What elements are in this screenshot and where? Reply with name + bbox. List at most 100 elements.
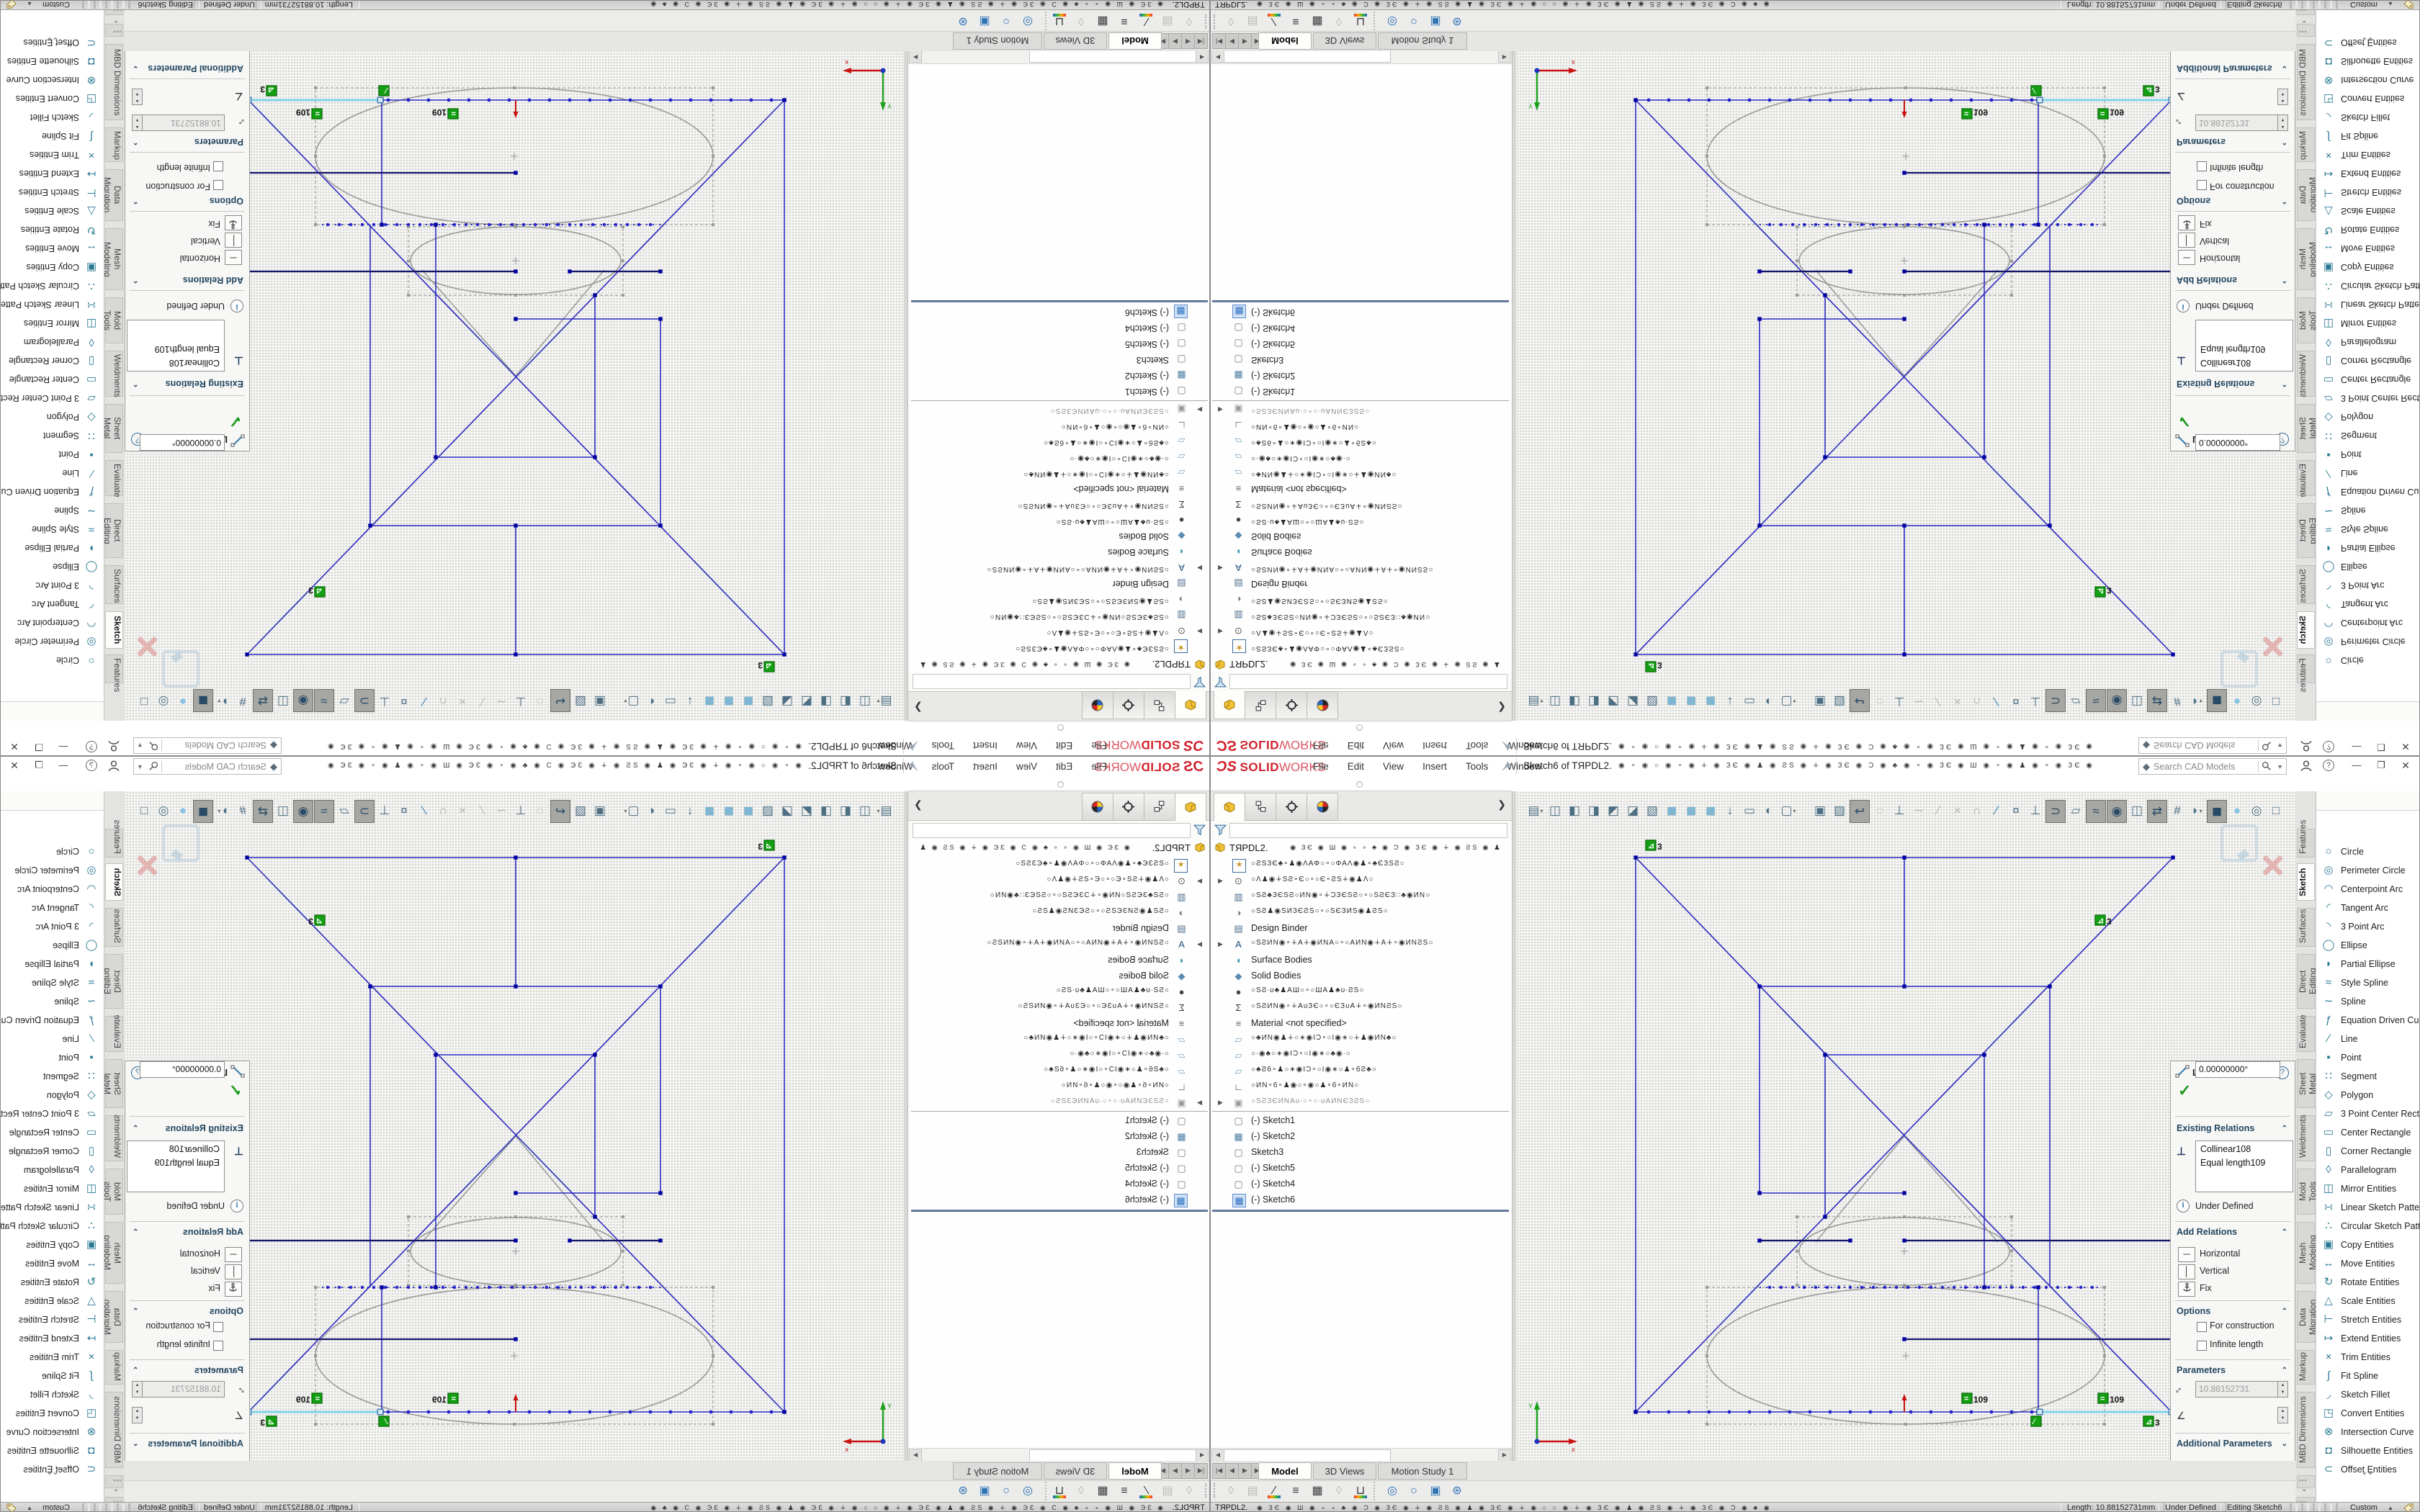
tool-rotate-entities[interactable]: ↻Rotate Entities bbox=[2316, 220, 2420, 238]
display-toolbar-icon[interactable]: ∕ bbox=[1265, 1482, 1283, 1500]
tool-centerpoint-arc[interactable]: ◠Centerpoint Arc bbox=[0, 613, 104, 631]
angle-parameter-field[interactable]: 0.00000000° bbox=[2195, 1061, 2280, 1078]
expand-arrow[interactable]: ⌄ bbox=[133, 64, 138, 72]
commandmanager-tab-mbd-dimensions[interactable]: MBD Dimensions bbox=[2297, 1392, 2315, 1468]
search-box[interactable]: ◆ Search CAD Models ▼ bbox=[2138, 758, 2287, 775]
search-dropdown-icon[interactable]: ▼ bbox=[2274, 742, 2286, 750]
tabs-expand-chevron[interactable]: ❯ bbox=[914, 798, 923, 811]
tool-circle[interactable]: ○Circle bbox=[2316, 650, 2420, 669]
tool-equation-driven-curve[interactable]: ƒEquation Driven Curve bbox=[2316, 482, 2420, 500]
close-button[interactable]: ✕ bbox=[2393, 757, 2418, 775]
minimize-button[interactable]: — bbox=[2344, 757, 2369, 775]
tab-propertymanager[interactable] bbox=[1245, 793, 1276, 821]
tree-item-obfuscated[interactable]: ▱○♣ИΝ◉♟∔○∗◉ΙϽ∘○Ι◉∗○∔♟◉ИΝ♣○ bbox=[908, 1032, 1209, 1048]
tab-scroll-next[interactable]: ▶ bbox=[1168, 33, 1182, 49]
scroll-left-arrow[interactable]: ◀ bbox=[1196, 50, 1209, 63]
add-relation-vertical-icon[interactable]: │ bbox=[225, 1264, 242, 1279]
display-toolbar-icon[interactable]: ◊ bbox=[1330, 12, 1348, 30]
collapse-arrow[interactable]: ⌃ bbox=[2282, 276, 2287, 284]
display-toolbar-icon[interactable]: ∕ bbox=[1137, 12, 1155, 30]
tree-filter-input[interactable] bbox=[913, 674, 1191, 689]
tool-intersection-curve[interactable]: ⊗Intersection Curve bbox=[0, 70, 104, 89]
tree-item--sketch4[interactable]: ▢(-) Sketch4 bbox=[908, 320, 1209, 336]
tool-offset-entities[interactable]: ⊂Offset Entities bbox=[2316, 1461, 2420, 1480]
doc-tab-model[interactable]: Model bbox=[1258, 1462, 1312, 1480]
tool-linear-sketch-pattern[interactable]: ∺Linear Sketch Pattern bbox=[2316, 1199, 2420, 1218]
tab-propertymanager[interactable] bbox=[1144, 793, 1175, 821]
search-icon[interactable] bbox=[146, 761, 162, 773]
length-parameter-field[interactable]: 10.88152731 bbox=[2195, 114, 2280, 131]
scroll-right-arrow[interactable]: ▶ bbox=[1498, 1449, 1511, 1462]
display-toolbar-icon[interactable]: ⊛ bbox=[1448, 1482, 1466, 1500]
tree-item-solid-bodies[interactable]: ◆Solid Bodies bbox=[908, 968, 1209, 984]
tree-item-material-not-specified-[interactable]: ≡Material <not specified> bbox=[1211, 480, 1512, 496]
tree-item--sketch2[interactable]: ▦(-) Sketch2 bbox=[1211, 1129, 1512, 1145]
ok-check-button[interactable]: ✓ bbox=[229, 1081, 242, 1100]
zoom-preset[interactable]: Custom bbox=[42, 1503, 70, 1512]
relation-item[interactable]: Collinear108 bbox=[127, 356, 220, 369]
rollback-bar[interactable] bbox=[911, 1210, 1208, 1212]
angle-parameter-field[interactable]: 0.00000000° bbox=[2195, 434, 2280, 451]
display-toolbar-icon[interactable]: ◎ bbox=[1384, 1482, 1401, 1500]
tree-item-solid-bodies[interactable]: ◆Solid Bodies bbox=[908, 528, 1209, 544]
zoom-preset-caret[interactable]: ▲ bbox=[27, 1503, 32, 1512]
display-toolbar-icon[interactable]: ▦ bbox=[1309, 12, 1326, 30]
add-relation-fix-icon[interactable] bbox=[2178, 1282, 2195, 1297]
tool-fit-spline[interactable]: ∫Fit Spline bbox=[2316, 1367, 2420, 1386]
tab-scroll-prev[interactable]: ◀ bbox=[1181, 1463, 1195, 1479]
expand-arrow[interactable]: ⌄ bbox=[2282, 64, 2287, 72]
commandmanager-tab-mbd-dimensions[interactable]: MBD Dimensions bbox=[105, 44, 123, 120]
tab-featuremanager[interactable] bbox=[1175, 793, 1206, 821]
tool-silhouette-entities[interactable]: ◘Silhouette Entities bbox=[2316, 1442, 2420, 1461]
tree-item-obfuscated[interactable]: ▱○♣ИΝ◉♟∔○∗◉ΙϽ∘○Ι◉∗○∔♟◉ИΝ♣○ bbox=[1211, 464, 1512, 480]
display-toolbar-icon[interactable]: ▦ bbox=[1094, 12, 1111, 30]
menu-insert[interactable]: Insert bbox=[1422, 741, 1447, 752]
tree-item-obfuscated[interactable]: ▥○ЅƧ♣ЗЄЅƧ○ИΝ◉∘∔ϽЗЄЅƧ○∘○ЅƧЄЗ∷♣◉ИΝ○ bbox=[908, 607, 1209, 623]
commandmanager-tab-data-migration[interactable]: Data Migration bbox=[105, 169, 123, 221]
doc-tab-3d-views[interactable]: 3D Views bbox=[1044, 32, 1107, 50]
tree-item-obfuscated[interactable]: ▱○∙◉♣○∗◉ΙϽ∘○Ι◉∗○♣◉∙○ bbox=[1211, 449, 1512, 464]
relation-item[interactable]: Equal length109 bbox=[2200, 342, 2293, 356]
tree-item-obfuscated[interactable]: ▱○♣Ƨб∘♟○∗◉ΙϽ∘○Ι◉∗○♟∘бƧ♣○ bbox=[908, 433, 1209, 449]
tab-scroll-prev[interactable]: ◀ bbox=[1225, 33, 1239, 49]
tab-scroll-next[interactable]: ▶ bbox=[1238, 33, 1252, 49]
help-icon[interactable]: ? bbox=[86, 760, 97, 771]
add-relation-vertical-icon[interactable]: │ bbox=[2178, 233, 2195, 248]
tool-style-spline[interactable]: ≈Style Spline bbox=[0, 974, 104, 993]
display-toolbar-icon[interactable]: ◊ bbox=[1222, 1482, 1240, 1500]
tab-displaymanager[interactable] bbox=[1082, 793, 1113, 821]
tool-parallelogram[interactable]: ◊Parallelogram bbox=[2316, 332, 2420, 351]
tool-extend-entities[interactable]: ↦Extend Entities bbox=[0, 163, 104, 182]
menu-edit[interactable]: Edit bbox=[1056, 761, 1072, 772]
commandmanager-tab-sketch[interactable]: Sketch bbox=[105, 863, 123, 901]
tree-item-obfuscated[interactable]: ▱○♣ИΝ◉♟∔○∗◉ΙϽ∘○Ι◉∗○∔♟◉ИΝ♣○ bbox=[1211, 1032, 1512, 1048]
tool-sketch-fillet[interactable]: ◞Sketch Fillet bbox=[2316, 107, 2420, 126]
restore-button[interactable]: ❐ bbox=[2369, 737, 2393, 755]
zoom-preset[interactable]: Custom bbox=[42, 0, 70, 9]
expand-arrow-icon[interactable]: ▶ bbox=[1218, 627, 1223, 635]
tab-scroll-prev[interactable]: ◀ bbox=[1181, 33, 1195, 49]
tool-circular-sketch-pattern[interactable]: ∴Circular Sketch Pattern bbox=[0, 1218, 104, 1236]
commandmanager-tab-mesh-modeling[interactable]: Mesh Modeling bbox=[105, 1222, 123, 1284]
tree-item-sketch3[interactable]: ▢Sketch3 bbox=[908, 1145, 1209, 1161]
expand-arrow-icon[interactable]: ▶ bbox=[1218, 940, 1223, 948]
commandmanager-tab-markup[interactable]: Markup bbox=[105, 1350, 123, 1385]
restore-button[interactable]: ❐ bbox=[27, 737, 51, 755]
display-toolbar-icon[interactable]: ◊ bbox=[1180, 12, 1198, 30]
tree-item-obfuscated[interactable]: ●○ЅƧ∙υ♣♟ΑШ○∘○ШΑ♟♣υ∙ƧЅ○ bbox=[908, 984, 1209, 1000]
tool-polygon[interactable]: ◇Polygon bbox=[2316, 1086, 2420, 1105]
commandmanager-tab-data-migration[interactable]: Data Migration bbox=[2297, 169, 2315, 221]
display-toolbar-icon[interactable]: ◊ bbox=[1180, 1482, 1198, 1500]
tool-scale-entities[interactable]: △Scale Entities bbox=[0, 201, 104, 220]
tabs-expand-chevron[interactable]: ❯ bbox=[1497, 798, 1506, 811]
scroll-left-arrow[interactable]: ◀ bbox=[1211, 1449, 1224, 1462]
doc-tab-model[interactable]: Model bbox=[1258, 32, 1312, 50]
tool-move-entities[interactable]: ↔Move Entities bbox=[2316, 238, 2420, 257]
commandmanager-tab-surfaces[interactable]: Surfaces bbox=[2297, 908, 2315, 947]
collapse-arrow[interactable]: ⌃ bbox=[133, 1367, 138, 1374]
commandmanager-tab-features[interactable]: Features bbox=[2297, 654, 2315, 683]
tree-item-obfuscated[interactable]: ▱○∙◉♣○∗◉ΙϽ∘○Ι◉∗○♣◉∙○ bbox=[908, 449, 1209, 464]
display-toolbar-icon[interactable]: ≡ bbox=[1287, 12, 1304, 30]
expand-arrow-icon[interactable]: ▶ bbox=[1197, 940, 1202, 948]
display-toolbar-icon[interactable]: ⊔ bbox=[1352, 1482, 1369, 1500]
